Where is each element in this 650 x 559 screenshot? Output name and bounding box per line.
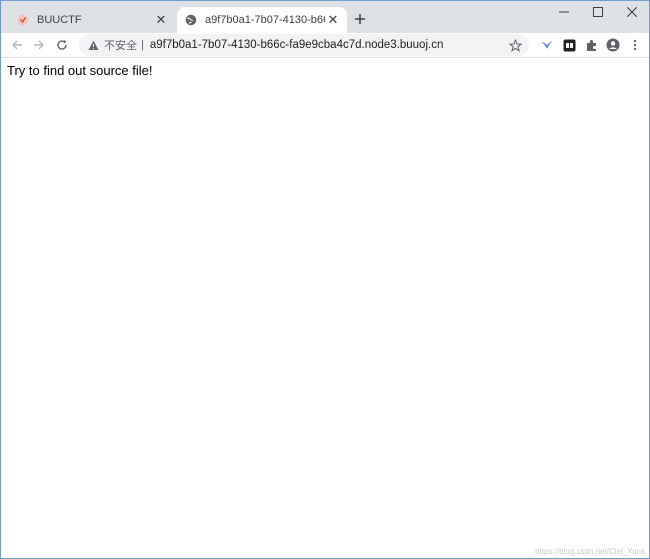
security-label[interactable]: 不安全: [104, 37, 137, 53]
address-bar[interactable]: 不安全 | a9f7b0a1-7b07-4130-b66c-fa9e9cba4c…: [79, 34, 529, 56]
close-window-button[interactable]: [615, 1, 649, 23]
buuctf-logo-icon: [17, 14, 29, 26]
tab-challenge[interactable]: a9f7b0a1-7b07-4130-b66c-fa9 ✕: [177, 7, 347, 33]
reload-icon: [57, 39, 67, 50]
window-controls: [547, 1, 649, 23]
globe-icon: [185, 14, 197, 26]
menu-icon[interactable]: [626, 36, 644, 54]
minimize-button[interactable]: [547, 1, 581, 23]
tab-title: BUUCTF: [37, 14, 82, 26]
new-tab-button[interactable]: [351, 10, 369, 28]
browser-window: BUUCTF ✕ a9f7b0a1-7b07-4130-b66c-fa9 ✕: [0, 0, 650, 559]
tab-title: a9f7b0a1-7b07-4130-b66c-fa9: [205, 14, 325, 26]
arrow-left-icon: [12, 40, 22, 50]
address-separator: |: [141, 39, 144, 51]
close-tab-icon[interactable]: ✕: [153, 12, 169, 28]
close-tab-icon[interactable]: ✕: [325, 12, 341, 28]
browser-toolbar: 不安全 | a9f7b0a1-7b07-4130-b66c-fa9e9cba4c…: [1, 33, 649, 58]
maximize-button[interactable]: [581, 1, 615, 23]
page-message: Try to find out source file!: [7, 63, 153, 78]
reload-button[interactable]: [52, 35, 72, 55]
warning-icon[interactable]: [87, 39, 99, 51]
page-content: Try to find out source file! https://blo…: [1, 58, 649, 558]
extension-tab-icon[interactable]: [560, 36, 578, 54]
forward-button[interactable]: [29, 35, 49, 55]
close-icon: [627, 7, 637, 17]
maximize-icon: [593, 7, 603, 17]
url-text[interactable]: a9f7b0a1-7b07-4130-b66c-fa9e9cba4c7d.nod…: [150, 39, 444, 51]
bookmark-star-icon[interactable]: [507, 37, 523, 53]
watermark-text: https://blog.csdn.net/Ciel_Yuns: [535, 547, 645, 556]
tab-strip: BUUCTF ✕ a9f7b0a1-7b07-4130-b66c-fa9 ✕: [1, 1, 649, 33]
extension-bird-icon[interactable]: [538, 36, 556, 54]
profile-avatar-icon[interactable]: [604, 36, 622, 54]
minimize-icon: [559, 11, 569, 13]
back-button[interactable]: [7, 35, 27, 55]
plus-icon: [355, 14, 365, 24]
tab-buuctf[interactable]: BUUCTF ✕: [9, 7, 175, 33]
puzzle-icon[interactable]: [582, 36, 600, 54]
arrow-right-icon: [34, 40, 44, 50]
